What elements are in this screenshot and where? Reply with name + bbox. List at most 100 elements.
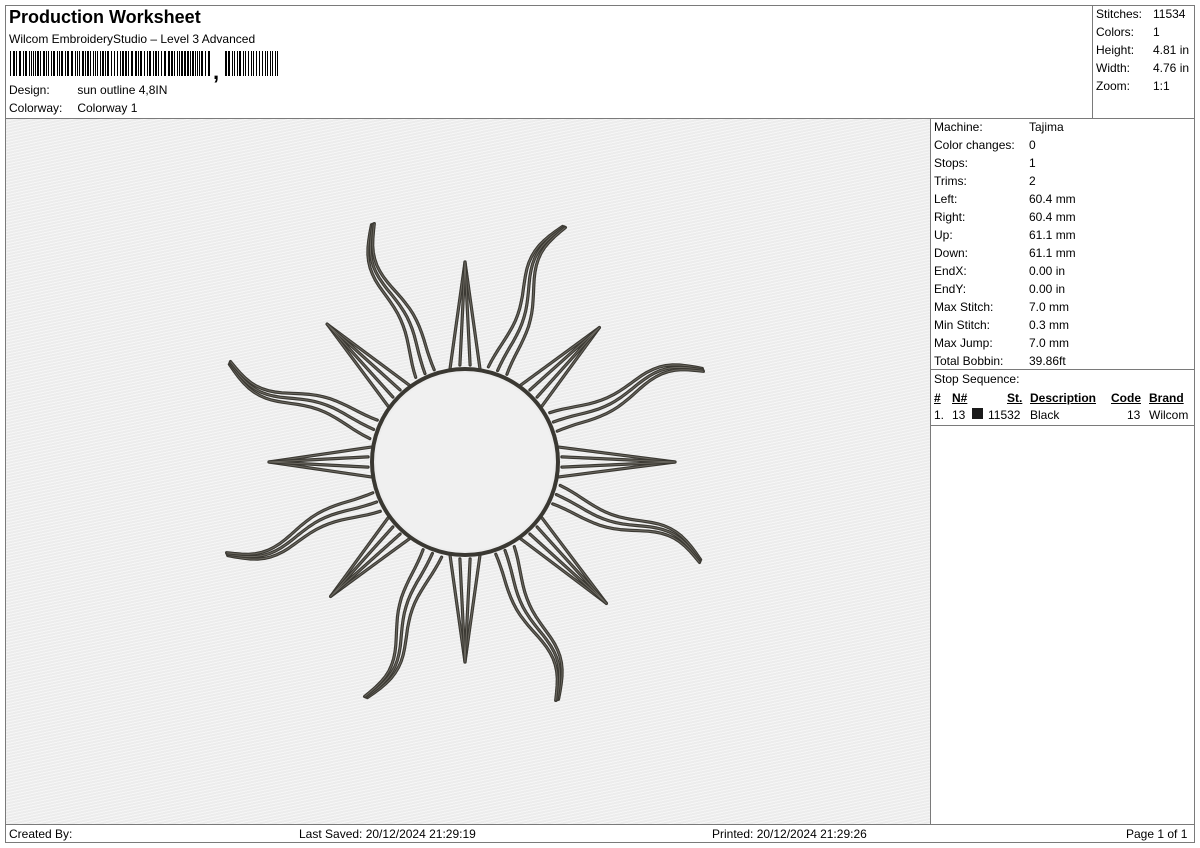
machine-info-panel: Machine: Tajima Color changes: 0 Stops: 1 Trim… bbox=[930, 119, 1195, 824]
info-value: 60.4 mm bbox=[1029, 192, 1076, 206]
design-canvas bbox=[6, 119, 930, 824]
info-label: EndY: bbox=[934, 282, 967, 296]
thread-color-swatch bbox=[972, 408, 983, 419]
colorway-label: Colorway: bbox=[9, 101, 63, 115]
width-value: 4.76 in bbox=[1153, 61, 1190, 75]
height-row: Height: 4.81 in bbox=[1096, 43, 1189, 57]
info-value: 0.00 in bbox=[1029, 264, 1066, 278]
stop-table-divider bbox=[931, 425, 1195, 426]
info-row: Machine: Tajima bbox=[934, 120, 1064, 134]
zoom-value: 1:1 bbox=[1153, 79, 1170, 93]
stop-col-stitches: St. bbox=[1007, 391, 1023, 405]
info-row: EndX: 0.00 in bbox=[934, 264, 1065, 278]
zoom-label: Zoom: bbox=[1096, 79, 1131, 93]
info-label: Min Stitch: bbox=[934, 318, 991, 332]
wavy-ray-line bbox=[554, 493, 702, 563]
info-value: 0 bbox=[1029, 138, 1036, 152]
svg-text:,: , bbox=[213, 59, 219, 84]
info-row: Up: 61.1 mm bbox=[934, 228, 1076, 242]
wavy-ray-line bbox=[225, 500, 379, 559]
info-value: 61.1 mm bbox=[1029, 246, 1076, 260]
stop-stitches: 11532 bbox=[988, 408, 1021, 422]
info-value: 0.3 mm bbox=[1029, 318, 1070, 332]
wavy-ray-line bbox=[371, 222, 436, 372]
design-value: sun outline 4,8IN bbox=[77, 83, 168, 97]
wavy-ray-line bbox=[548, 363, 704, 415]
info-label: Left: bbox=[934, 192, 958, 206]
wavy-ray-line bbox=[226, 509, 382, 561]
sun-center-fill bbox=[376, 373, 554, 551]
info-value: 1 bbox=[1029, 156, 1036, 170]
wavy-ray-line bbox=[512, 545, 564, 701]
colorway-row: Colorway: Colorway 1 bbox=[9, 101, 137, 115]
info-label: Trims: bbox=[934, 174, 967, 188]
wavy-ray-line bbox=[558, 483, 703, 562]
info-label: Stops: bbox=[934, 156, 969, 170]
info-divider bbox=[931, 369, 1195, 370]
stop-col-num: # bbox=[934, 391, 941, 405]
info-value: 2 bbox=[1029, 174, 1036, 188]
wavy-ray-line bbox=[368, 222, 427, 376]
wavy-ray-line bbox=[494, 552, 559, 702]
wavy-ray-line bbox=[366, 223, 418, 379]
stitches-value: 11534 bbox=[1153, 7, 1186, 21]
info-row: Total Bobbin: 39.86ft bbox=[934, 354, 1066, 368]
colorway-value: Colorway 1 bbox=[77, 101, 138, 115]
colors-row: Colors: 1 bbox=[1096, 25, 1160, 39]
straight-ray-inner bbox=[528, 525, 608, 605]
colors-label: Colors: bbox=[1096, 25, 1135, 39]
design-label: Design: bbox=[9, 83, 50, 97]
straight-ray-inner bbox=[528, 326, 601, 399]
page-title: Production Worksheet bbox=[9, 7, 201, 27]
straight-ray-inner bbox=[329, 525, 402, 598]
info-row: Left: 60.4 mm bbox=[934, 192, 1076, 206]
info-row: Color changes: 0 bbox=[934, 138, 1036, 152]
summary-panel: Stitches: 11534 Colors: 1 Height: 4.81 in W… bbox=[1092, 6, 1194, 118]
created-by: Created By: bbox=[9, 827, 73, 841]
info-label: Total Bobbin: bbox=[934, 354, 1004, 368]
info-row: Max Jump: 7.0 mm bbox=[934, 336, 1069, 350]
stop-col-code: Code bbox=[1111, 391, 1141, 405]
wavy-ray-line bbox=[364, 551, 434, 699]
info-row: Trims: 2 bbox=[934, 174, 1036, 188]
info-value: 39.86ft bbox=[1029, 354, 1066, 368]
stop-needle: 13 bbox=[952, 408, 966, 422]
wavy-ray-line bbox=[486, 224, 565, 369]
info-row: Max Stitch: 7.0 mm bbox=[934, 300, 1069, 314]
info-row: Right: 60.4 mm bbox=[934, 210, 1076, 224]
zoom-row: Zoom: 1:1 bbox=[1096, 79, 1170, 93]
info-label: Max Stitch: bbox=[934, 300, 994, 314]
footer-divider bbox=[6, 824, 1194, 825]
info-label: Color changes: bbox=[934, 138, 1015, 152]
info-value: 7.0 mm bbox=[1029, 336, 1070, 350]
wavy-ray-line bbox=[225, 491, 375, 556]
info-value: 61.1 mm bbox=[1029, 228, 1076, 242]
stop-sequence-label: Stop Sequence: bbox=[934, 372, 1020, 386]
info-row: Min Stitch: 0.3 mm bbox=[934, 318, 1069, 332]
info-row: EndY: 0.00 in bbox=[934, 282, 1065, 296]
software-name: Wilcom EmbroideryStudio – Level 3 Advanc… bbox=[9, 32, 256, 46]
page-number: Page 1 of 1 bbox=[1126, 827, 1188, 841]
height-label: Height: bbox=[1096, 43, 1135, 57]
stitches-row: Stitches: 11534 bbox=[1096, 7, 1185, 21]
info-row: Stops: 1 bbox=[934, 156, 1036, 170]
info-label: Right: bbox=[934, 210, 966, 224]
printed-date: Printed: 20/12/2024 21:29:26 bbox=[712, 827, 867, 841]
stop-description: Black bbox=[1030, 408, 1060, 422]
barcode: , bbox=[10, 51, 278, 84]
info-label: Down: bbox=[934, 246, 969, 260]
stop-num: 1. bbox=[934, 408, 945, 422]
info-label: Up: bbox=[934, 228, 953, 242]
worksheet-header: Production Worksheet Wilcom EmbroiderySt… bbox=[6, 6, 1092, 118]
design-row: Design: sun outline 4,8IN bbox=[9, 83, 167, 97]
wavy-ray-line bbox=[555, 368, 705, 433]
info-value: 0.00 in bbox=[1029, 282, 1066, 296]
width-row: Width: 4.76 in bbox=[1096, 61, 1189, 75]
info-label: Max Jump: bbox=[934, 336, 993, 350]
last-saved: Last Saved: 20/12/2024 21:29:19 bbox=[299, 827, 476, 841]
stop-col-brand: Brand bbox=[1149, 391, 1184, 405]
stop-code: 13 bbox=[1127, 408, 1141, 422]
height-value: 4.81 in bbox=[1153, 43, 1190, 57]
info-row: Down: 61.1 mm bbox=[934, 246, 1076, 260]
info-value: Tajima bbox=[1029, 120, 1064, 134]
